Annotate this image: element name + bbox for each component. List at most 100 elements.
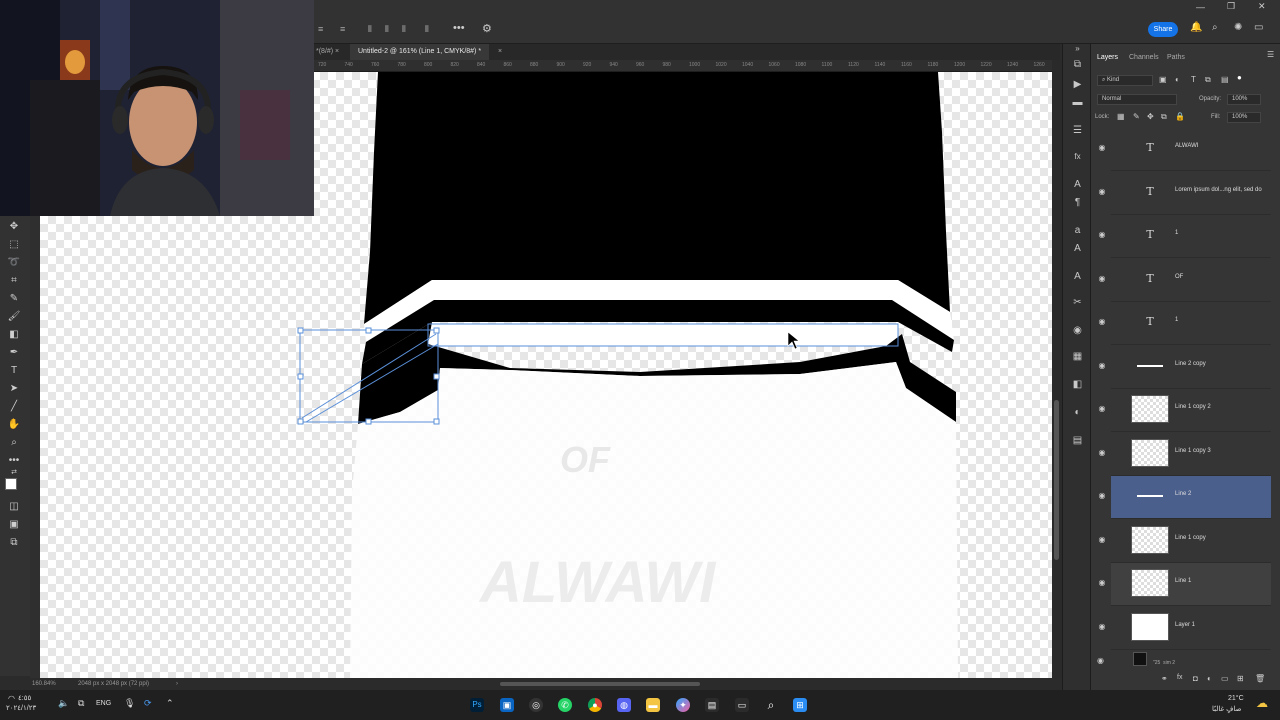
status-menu-arrow[interactable]: › — [176, 678, 178, 690]
chevron-up-icon[interactable]: ⌃ — [166, 698, 174, 709]
tab-channels[interactable]: Channels — [1129, 50, 1159, 66]
screen-mode-icon[interactable]: ▣ — [7, 518, 21, 532]
pen-tool-icon[interactable]: ✒ — [7, 346, 21, 360]
eye-icon[interactable]: ◉ — [1097, 491, 1107, 501]
eye-icon[interactable]: ◉ — [1097, 187, 1107, 197]
tab-paths[interactable]: Paths — [1167, 50, 1185, 66]
lightbulb-icon[interactable]: ✺ — [1234, 22, 1242, 33]
layer-row[interactable]: ◉ T 1 — [1099, 215, 1271, 258]
eye-icon[interactable]: ◉ — [1097, 317, 1107, 327]
line-tool-icon[interactable]: ╱ — [7, 400, 21, 414]
layer-row[interactable]: ◉ Line 1 — [1099, 563, 1271, 606]
layer-row[interactable]: ◉ Layer 1 — [1099, 607, 1271, 650]
path-selection-tool-icon[interactable]: ➤ — [7, 382, 21, 396]
eyedropper-tool-icon[interactable]: ✎ — [7, 292, 21, 306]
type-tool-icon[interactable]: T — [7, 364, 21, 378]
character-styles-icon[interactable]: A — [1071, 242, 1084, 255]
search-icon[interactable]: ⌕ — [1212, 22, 1218, 33]
marquee-tool-icon[interactable]: ⬚ — [7, 238, 21, 252]
eye-icon[interactable]: ◉ — [1097, 535, 1107, 545]
chrome-app-icon[interactable]: ● — [588, 698, 602, 712]
layer-row[interactable]: ◉ T Lorem ipsum dol...ng elit, sed do — [1099, 172, 1271, 215]
eye-icon[interactable]: ◉ — [1097, 448, 1107, 458]
sync-icon[interactable]: ⟳ — [144, 698, 152, 709]
whatsapp-app-icon[interactable]: ✆ — [558, 698, 572, 712]
character-icon[interactable]: A — [1071, 178, 1084, 191]
lock-all-icon[interactable]: 🔒 — [1175, 112, 1185, 121]
eye-icon[interactable]: ◉ — [1097, 143, 1107, 153]
weather-temperature[interactable]: 21°C — [1228, 695, 1244, 702]
eraser-tool-icon[interactable]: ◧ — [7, 328, 21, 342]
language-indicator[interactable]: ENG — [96, 700, 111, 707]
distribute-middle-icon[interactable]: ⫴ — [385, 24, 389, 35]
eye-icon[interactable]: ◉ — [1097, 361, 1107, 371]
eye-icon[interactable]: ◉ — [1097, 274, 1107, 284]
partial-layer-row[interactable]: ◉ "25 sim 2 — [1097, 650, 1271, 670]
blend-mode-select[interactable]: Normal — [1097, 94, 1177, 105]
clock-time[interactable]: ٤:٥٥ — [18, 694, 31, 702]
tool-presets-icon[interactable]: A — [1071, 270, 1084, 283]
quick-mask-icon[interactable]: ◫ — [7, 500, 21, 514]
filter-pixel-icon[interactable]: ▣ — [1159, 75, 1167, 84]
eye-icon[interactable]: ◉ — [1097, 230, 1107, 240]
filter-kind-select[interactable]: ⌕ Kind — [1097, 75, 1153, 86]
weather-condition[interactable]: صافٍ غالبًا — [1212, 705, 1241, 713]
gear-icon[interactable]: ⚙ — [482, 22, 492, 35]
lasso-tool-icon[interactable]: ➰ — [7, 256, 21, 270]
tab-close-icon[interactable]: × — [490, 44, 510, 60]
move-tool-icon[interactable]: ✥ — [7, 220, 21, 234]
vertical-scrollbar[interactable] — [1052, 60, 1062, 680]
lock-position-icon[interactable]: ✥ — [1147, 112, 1154, 121]
discord-app-icon[interactable]: ◍ — [617, 698, 631, 712]
foreground-color-swatch[interactable] — [5, 478, 17, 490]
copilot-app-icon[interactable]: ✦ — [676, 698, 690, 712]
eye-icon[interactable]: ◉ — [1097, 404, 1107, 414]
lock-image-icon[interactable]: ✎ — [1133, 112, 1140, 121]
microphone-icon[interactable]: 🎙 — [124, 698, 135, 709]
eye-icon[interactable]: ◉ — [1097, 656, 1104, 665]
tab-layers[interactable]: Layers — [1097, 50, 1118, 66]
link-layers-icon[interactable]: ⚭ — [1161, 674, 1168, 683]
layer-row[interactable]: ◉ T ALWAWI — [1099, 128, 1271, 171]
workspace-icon[interactable]: ▭ — [1254, 22, 1263, 33]
weather-icon[interactable]: ☁ — [1256, 696, 1268, 710]
paragraph-icon[interactable]: ¶ — [1071, 196, 1084, 209]
filter-shape-icon[interactable]: ⧉ — [1205, 75, 1211, 85]
distribute-top-icon[interactable]: ⫴ — [368, 24, 372, 35]
windows-start-icon[interactable]: ⊞ — [793, 698, 807, 712]
swatches-icon[interactable]: ▦ — [1071, 350, 1084, 363]
history-icon[interactable]: ⧉ — [1071, 58, 1084, 71]
delete-layer-icon[interactable]: 🗑 — [1255, 674, 1265, 683]
new-group-icon[interactable]: ▭ — [1221, 674, 1229, 683]
obs-app-icon[interactable]: ◎ — [529, 698, 543, 712]
fill-input[interactable]: 100% — [1227, 112, 1261, 123]
distribute-spacing-icon[interactable]: ⫴ — [425, 24, 429, 35]
lock-artboard-icon[interactable]: ⧉ — [1161, 112, 1167, 122]
more-options-icon[interactable]: ••• — [453, 22, 465, 34]
styles-icon[interactable]: fx — [1071, 150, 1084, 163]
color-icon[interactable]: ◐ — [1071, 406, 1084, 419]
horizontal-scroll-thumb[interactable] — [500, 682, 700, 686]
file-explorer-app-icon[interactable]: ▬ — [646, 698, 660, 712]
lock-transparent-icon[interactable]: ▦ — [1117, 112, 1125, 121]
align-center-icon[interactable]: ≡ — [340, 24, 345, 34]
network-icon[interactable]: ⧉ — [78, 698, 84, 709]
maximize-icon[interactable]: ❐ — [1227, 1, 1235, 12]
add-mask-icon[interactable]: ◘ — [1193, 674, 1198, 683]
hand-tool-icon[interactable]: ✋ — [7, 418, 21, 432]
opacity-input[interactable]: 100% — [1227, 94, 1261, 105]
crop-tool-icon[interactable]: ⌗ — [7, 274, 21, 288]
minimize-icon[interactable]: — — [1196, 2, 1205, 12]
task-view-icon[interactable]: ▭ — [735, 698, 749, 712]
layer-row[interactable]: ◉ Line 2 copy — [1099, 346, 1271, 389]
collapse-panels-icon[interactable]: » — [1071, 42, 1084, 55]
layer-row[interactable]: ◉ T 1 — [1099, 302, 1271, 345]
speaker-icon[interactable]: 🔈 — [58, 698, 69, 709]
brush-tool-icon[interactable]: 🖌 — [7, 310, 21, 324]
layer-row[interactable]: ◉ T OF — [1099, 259, 1271, 302]
actions-play-icon[interactable]: ▶ — [1071, 78, 1084, 91]
3d-icon[interactable]: ◉ — [1071, 324, 1084, 337]
clock-date[interactable]: ٢٠٢٤/١/٢٣ — [6, 704, 36, 712]
filter-smart-object-icon[interactable]: ▤ — [1221, 75, 1229, 84]
add-style-icon[interactable]: fx — [1177, 674, 1182, 681]
